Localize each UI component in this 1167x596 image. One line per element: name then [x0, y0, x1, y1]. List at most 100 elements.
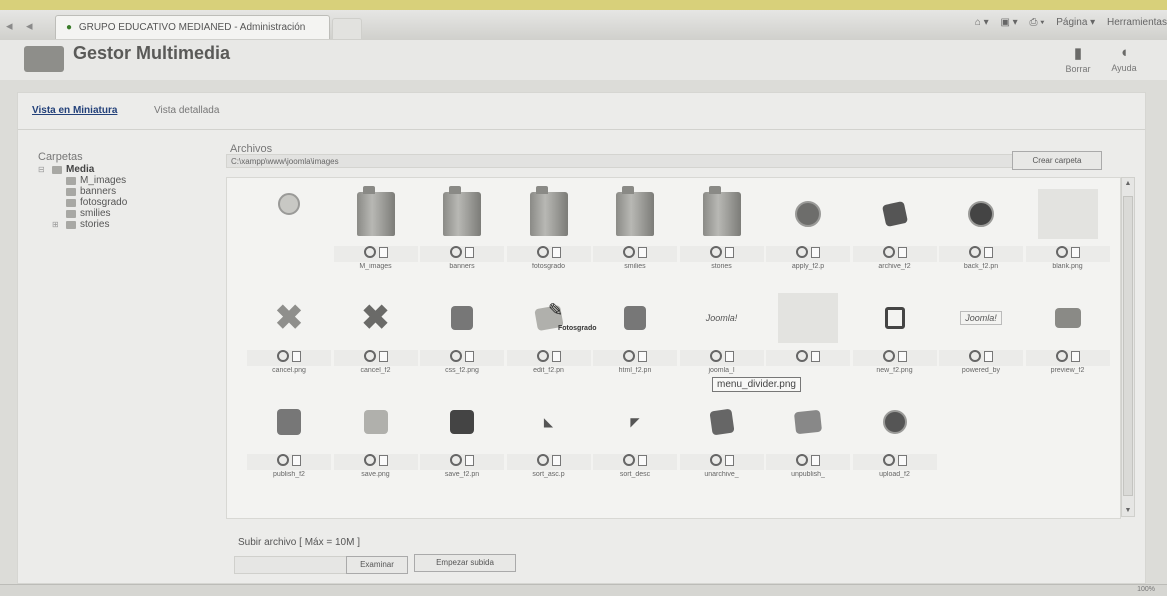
save-light-icon[interactable] — [334, 392, 418, 452]
select-radio[interactable] — [363, 246, 376, 258]
select-checkbox[interactable] — [638, 246, 647, 258]
select-radio[interactable] — [536, 246, 549, 258]
file-item[interactable]: blank.png — [1025, 184, 1110, 284]
tab-thumbnail-view[interactable]: Vista en Miniatura — [32, 105, 117, 116]
select-checkbox[interactable] — [724, 246, 734, 258]
sort-desc-icon[interactable]: ◤ — [593, 392, 677, 452]
file-item[interactable]: html_f2.pn — [593, 288, 677, 388]
delete-button[interactable]: ▮ Borrar — [1058, 44, 1098, 74]
create-folder-button[interactable]: Crear carpeta — [1012, 151, 1102, 170]
file-item[interactable]: Joomla! powered_by — [939, 288, 1023, 388]
back-icon[interactable]: ◂ — [6, 18, 13, 34]
select-radio[interactable] — [277, 350, 289, 362]
file-item[interactable]: banners — [420, 184, 504, 284]
tree-item-m-images[interactable]: M_images — [38, 175, 127, 186]
select-checkbox[interactable] — [811, 454, 820, 466]
feeds-icon[interactable]: ▣ ▾ — [1000, 17, 1017, 28]
select-checkbox[interactable] — [551, 350, 561, 362]
tab-detailed-view[interactable]: Vista detallada — [154, 105, 219, 116]
select-radio[interactable] — [623, 350, 635, 362]
up-arrow-circle-icon[interactable] — [247, 184, 331, 244]
select-checkbox[interactable] — [378, 246, 388, 258]
select-radio[interactable] — [277, 454, 289, 466]
select-checkbox[interactable] — [897, 246, 907, 258]
browser-tab[interactable]: ● GRUPO EDUCATIVO MEDIANED - Administrac… — [55, 15, 330, 39]
file-item[interactable]: css_f2.png — [420, 288, 504, 388]
publish-icon[interactable] — [247, 392, 331, 452]
folder-icon[interactable] — [420, 184, 504, 244]
new-tab-button[interactable] — [332, 18, 362, 39]
select-checkbox[interactable] — [984, 350, 993, 362]
select-checkbox[interactable] — [465, 454, 474, 466]
zoom-level[interactable]: 100% — [1137, 586, 1155, 593]
select-radio[interactable] — [882, 246, 895, 258]
powered-by-icon[interactable]: Joomla! — [939, 288, 1023, 348]
page-menu[interactable]: Página ▾ — [1056, 17, 1095, 28]
file-item[interactable] — [247, 184, 331, 284]
file-item[interactable]: publish_f2 — [247, 392, 331, 492]
select-radio[interactable] — [1055, 246, 1068, 258]
scroll-down-icon[interactable]: ▼ — [1122, 507, 1134, 514]
expand-icon[interactable]: ⊞ — [52, 219, 66, 230]
folder-icon[interactable] — [680, 184, 764, 244]
select-radio[interactable] — [363, 454, 376, 466]
file-item[interactable]: unpublish_ — [766, 392, 850, 492]
tree-item-banners[interactable]: banners — [38, 186, 127, 197]
upload-icon[interactable] — [853, 392, 937, 452]
file-item[interactable]: back_f2.pn — [939, 184, 1023, 284]
select-checkbox[interactable] — [897, 350, 907, 362]
home-icon[interactable]: ⌂ ▾ — [975, 17, 989, 28]
tree-item-stories[interactable]: ⊞ stories — [38, 219, 127, 230]
file-item[interactable]: M_images — [333, 184, 418, 284]
file-item[interactable]: smilies — [593, 184, 677, 284]
file-item[interactable]: preview_f2 — [1025, 288, 1110, 388]
select-radio[interactable] — [796, 350, 808, 362]
tools-menu[interactable]: Herramientas — [1107, 17, 1167, 28]
select-checkbox[interactable] — [1070, 246, 1080, 258]
select-checkbox[interactable] — [811, 350, 820, 362]
file-item[interactable] — [766, 288, 850, 388]
scroll-thumb[interactable] — [1123, 196, 1133, 496]
forward-icon[interactable]: ◂ — [26, 18, 33, 34]
select-radio[interactable] — [969, 246, 981, 258]
select-radio[interactable] — [709, 350, 722, 362]
select-checkbox[interactable] — [292, 350, 301, 362]
file-item[interactable]: ✖ cancel.png — [247, 288, 331, 388]
back-icon[interactable] — [939, 184, 1023, 244]
grid-scrollbar[interactable]: ▲ ▼ — [1121, 177, 1135, 517]
select-checkbox[interactable] — [551, 454, 561, 466]
unpublish-icon[interactable] — [766, 392, 850, 452]
tree-item-fotosgrado[interactable]: fotosgrado — [38, 197, 127, 208]
new-icon[interactable] — [853, 288, 937, 348]
tree-item-media[interactable]: ⊟ Media — [38, 164, 127, 175]
file-item[interactable]: upload_f2 — [852, 392, 937, 492]
file-item[interactable]: ◤ sort_desc — [593, 392, 677, 492]
file-item[interactable]: fotosgrado — [506, 184, 591, 284]
select-checkbox[interactable] — [465, 246, 474, 258]
select-checkbox[interactable] — [1070, 350, 1080, 362]
file-item[interactable]: apply_f2.p — [766, 184, 850, 284]
select-radio[interactable] — [969, 350, 981, 362]
file-item[interactable]: Joomla! joomla_l — [679, 288, 764, 388]
select-checkbox[interactable] — [897, 454, 907, 466]
browse-button[interactable]: Examinar — [346, 556, 408, 574]
select-radio[interactable] — [536, 350, 549, 362]
select-radio[interactable] — [1055, 350, 1068, 362]
sort-asc-icon[interactable]: ◣ — [507, 392, 591, 452]
blank-icon[interactable] — [766, 288, 850, 348]
preview-icon[interactable] — [1026, 288, 1110, 348]
select-radio[interactable] — [796, 454, 808, 466]
blank-icon[interactable] — [1026, 184, 1110, 244]
file-item[interactable]: new_f2.png — [852, 288, 937, 388]
folder-icon[interactable] — [507, 184, 591, 244]
select-checkbox[interactable] — [551, 246, 561, 258]
select-checkbox[interactable] — [724, 350, 734, 362]
file-item[interactable]: stories — [679, 184, 764, 284]
select-radio[interactable] — [450, 350, 462, 362]
select-radio[interactable] — [623, 246, 635, 258]
archive-icon[interactable] — [853, 184, 937, 244]
cancel-icon[interactable]: ✖ — [334, 288, 418, 348]
file-item[interactable]: save_f2.pn — [420, 392, 504, 492]
print-icon[interactable]: ⎙ ▾ — [1029, 17, 1044, 28]
select-checkbox[interactable] — [638, 350, 647, 362]
